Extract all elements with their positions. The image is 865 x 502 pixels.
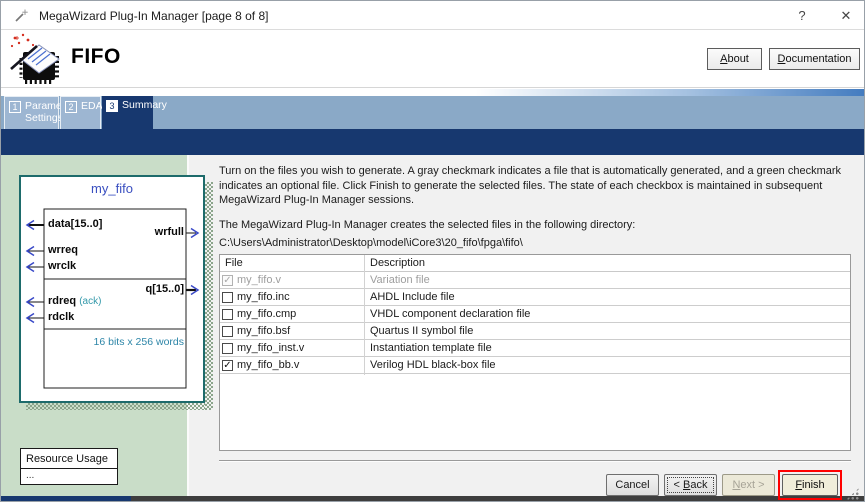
help-button[interactable]: ? [791, 6, 813, 26]
table-row[interactable]: my_fifo.cmp VHDL component declaration f… [220, 306, 850, 323]
preview-shadow [26, 403, 205, 410]
tab-number: 3 [106, 100, 118, 112]
megafunction-name: FIFO [71, 45, 121, 69]
file-checkbox[interactable] [222, 309, 233, 320]
fifo-block-diagram: my_fifo data[15..0] wrreq wrclk wrfull q… [19, 175, 205, 403]
tab-number: 2 [65, 101, 77, 113]
bottom-edge [1, 496, 864, 502]
preview-shadow [205, 182, 213, 410]
column-header-description: Description [364, 255, 850, 271]
file-description: AHDL Include file [364, 291, 850, 303]
port-rdreq-note: (ack) [79, 296, 101, 307]
table-row[interactable]: my_fifo.bsf Quartus II symbol file [220, 323, 850, 340]
file-description: Instantiation template file [364, 342, 850, 354]
tab-label: EDA [81, 100, 103, 112]
tab-summary[interactable]: 3 Summary [102, 96, 153, 129]
file-name: my_fifo_inst.v [237, 342, 304, 354]
wand-icon [13, 8, 29, 29]
file-description: Variation file [364, 274, 850, 286]
table-header: File Description [220, 255, 850, 272]
table-row[interactable]: my_fifo_inst.v Instantiation template fi… [220, 340, 850, 357]
port-rdreq: rdreq (ack) [48, 295, 101, 307]
documentation-button[interactable]: Documentation [769, 48, 860, 70]
finish-highlight-box: Finish [778, 470, 842, 500]
instructions-paragraph: Turn on the files you wish to generate. … [219, 164, 851, 208]
port-wrfull: wrfull [155, 226, 184, 238]
port-wrreq: wrreq [48, 244, 78, 256]
finish-button[interactable]: Finish [782, 474, 838, 496]
next-button[interactable]: Next > [722, 474, 775, 496]
bottom-edge-navy [1, 496, 131, 502]
file-checkbox[interactable] [222, 343, 233, 354]
tab-parameter-settings[interactable]: 1 Parameter Settings [4, 96, 59, 129]
about-button[interactable]: About [707, 48, 762, 70]
table-row[interactable]: ✓ my_fifo_bb.v Verilog HDL black-box fil… [220, 357, 850, 374]
tab-gradient-strip [1, 89, 864, 96]
tab-eda[interactable]: 2 EDA [60, 96, 101, 129]
file-name: my_fifo.v [237, 274, 281, 286]
output-directory-path: C:\Users\Administrator\Desktop\model\iCo… [219, 236, 851, 251]
cancel-button[interactable]: Cancel [606, 474, 659, 496]
file-name: my_fifo.inc [237, 291, 290, 303]
resource-usage-box: Resource Usage ... [20, 448, 118, 485]
file-description: VHDL component declaration file [364, 308, 850, 320]
column-divider [364, 255, 365, 375]
diagram-title: my_fifo [21, 181, 203, 196]
navy-strip [1, 129, 864, 155]
bottom-edge-dark [131, 496, 864, 502]
fifo-capacity-label: 16 bits x 256 words [94, 336, 184, 348]
megawizard-logo-icon [7, 32, 63, 91]
port-rdclk: rdclk [48, 311, 74, 323]
table-row[interactable]: ✓ my_fifo.v Variation file [220, 272, 850, 289]
file-name: my_fifo.bsf [237, 325, 290, 337]
window-title: MegaWizard Plug-In Manager [page 8 of 8] [39, 9, 268, 23]
file-checkbox[interactable]: ✓ [222, 360, 233, 371]
file-checkbox[interactable] [222, 326, 233, 337]
tab-label: Summary [122, 99, 167, 111]
file-description: Verilog HDL black-box file [364, 359, 850, 371]
column-header-file: File [220, 255, 364, 271]
file-description: Quartus II symbol file [364, 325, 850, 337]
file-checkbox[interactable] [222, 292, 233, 303]
directory-paragraph: The MegaWizard Plug-In Manager creates t… [219, 218, 851, 233]
table-row[interactable]: my_fifo.inc AHDL Include file [220, 289, 850, 306]
divider-line [219, 460, 851, 462]
header: FIFO About Documentation [1, 31, 864, 88]
megawizard-window: MegaWizard Plug-In Manager [page 8 of 8]… [0, 0, 865, 502]
tab-number: 1 [9, 101, 21, 113]
resource-usage-title: Resource Usage [21, 449, 117, 469]
file-name: my_fifo_bb.v [237, 359, 299, 371]
close-button[interactable]: ✕ [835, 6, 857, 26]
file-checkbox[interactable]: ✓ [222, 275, 233, 286]
resource-usage-value: ... [21, 469, 117, 484]
title-bar: MegaWizard Plug-In Manager [page 8 of 8]… [1, 1, 864, 30]
port-wrclk: wrclk [48, 260, 76, 272]
back-button[interactable]: < Back [664, 474, 717, 496]
port-data: data[15..0] [48, 218, 102, 230]
tab-bar: 1 Parameter Settings 2 EDA 3 Summary [1, 96, 864, 129]
port-q: q[15..0] [145, 283, 184, 295]
file-table: File Description ✓ my_fifo.v Variation f… [219, 254, 851, 451]
file-name: my_fifo.cmp [237, 308, 296, 320]
